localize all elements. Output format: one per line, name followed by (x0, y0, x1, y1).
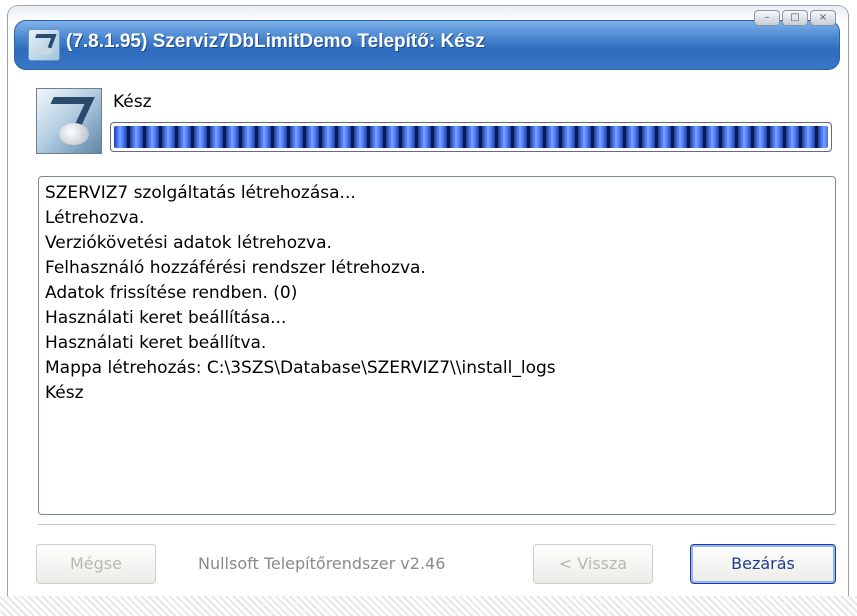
log-line: Használati keret beállítva. (45, 333, 267, 353)
minimize-button[interactable]: – (754, 10, 780, 26)
minimize-icon: – (764, 12, 770, 23)
log-line: Felhasználó hozzáférési rendszer létreho… (45, 258, 426, 278)
status-label: Kész (113, 92, 152, 112)
branding-text: Nullsoft Telepítőrendszer v2.46 (198, 554, 446, 573)
progress-bar (110, 122, 832, 152)
log-line: SZERVIZ7 szolgáltatás létrehozása... (45, 183, 356, 203)
log-line: Verziókövetési adatok létrehozva. (45, 233, 332, 253)
log-line: Kész (45, 383, 84, 403)
close-button[interactable]: Bezárás (690, 544, 836, 584)
installer-header: Kész (36, 88, 832, 158)
maximize-icon: □ (790, 12, 800, 23)
log-line: Adatok frissítése rendben. (0) (45, 283, 298, 303)
installer-window: (7.8.1.95) Szerviz7DbLimitDemo Telepítő:… (8, 6, 848, 610)
log-line: Mappa létrehozás: C:\3SZS\Database\SZERV… (45, 358, 556, 378)
maximize-button[interactable]: □ (782, 10, 808, 26)
window-title: (7.8.1.95) Szerviz7DbLimitDemo Telepítő:… (66, 31, 485, 52)
cancel-button[interactable]: Mégse (36, 544, 156, 584)
bottom-window-edge (0, 596, 857, 616)
window-controls: – □ × (752, 10, 836, 26)
log-line: Létrehozva. (45, 208, 145, 228)
install-log[interactable]: SZERVIZ7 szolgáltatás létrehozása... Létr… (38, 176, 836, 515)
close-icon: × (818, 12, 828, 23)
back-button[interactable]: < Vissza (533, 544, 653, 584)
title-bar[interactable]: (7.8.1.95) Szerviz7DbLimitDemo Telepítő:… (8, 6, 848, 70)
installer-header-icon (36, 88, 102, 154)
footer-divider (38, 524, 836, 526)
app-icon[interactable] (28, 29, 60, 61)
progress-bar-fill (114, 126, 828, 148)
log-line: Használati keret beállítása... (45, 308, 287, 328)
close-window-button[interactable]: × (810, 10, 836, 26)
